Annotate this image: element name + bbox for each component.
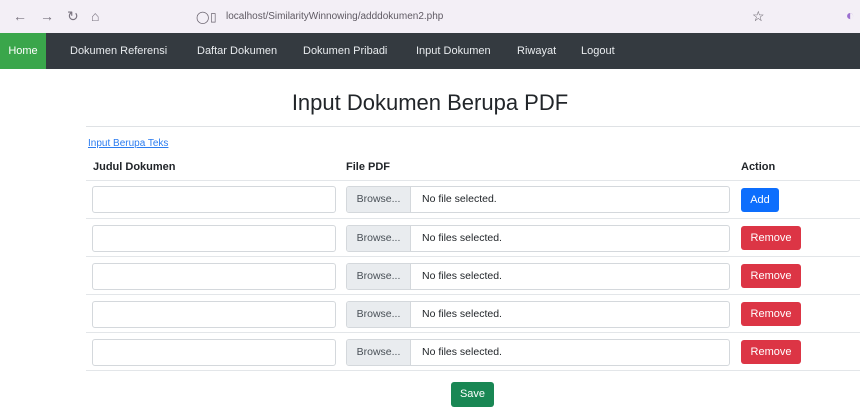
row-divider (86, 332, 860, 333)
judul-dokumen-input[interactable] (92, 225, 336, 252)
nav-daftar-dokumen[interactable]: Daftar Dokumen (197, 33, 277, 69)
browse-button[interactable]: Browse... (347, 302, 411, 327)
bookmark-star-icon[interactable]: ☆ (752, 8, 765, 25)
reload-icon[interactable]: ↻ (67, 9, 79, 23)
judul-dokumen-input[interactable] (92, 186, 336, 213)
nav-input-dokumen[interactable]: Input Dokumen (416, 33, 491, 69)
home-icon[interactable]: ⌂ (91, 9, 99, 23)
remove-row-button[interactable]: Remove (741, 340, 801, 364)
browse-button[interactable]: Browse... (347, 264, 411, 289)
judul-dokumen-input[interactable] (92, 301, 336, 328)
browse-button[interactable]: Browse... (347, 226, 411, 251)
file-pdf-input[interactable]: Browse... No file selected. (346, 186, 730, 213)
browser-toolbar: ← → ↻ ⌂ ◯ ▯ localhost/SimilarityWinnowin… (0, 0, 860, 33)
file-pdf-input[interactable]: Browse... No files selected. (346, 339, 730, 366)
browse-button[interactable]: Browse... (347, 187, 411, 212)
nav-home[interactable]: Home (0, 33, 46, 69)
row-divider (86, 294, 860, 295)
url-text[interactable]: localhost/SimilarityWinnowing/adddokumen… (226, 11, 443, 22)
nav-dokumen-referensi[interactable]: Dokumen Referensi (70, 33, 167, 69)
row-divider (86, 256, 860, 257)
file-status: No files selected. (422, 346, 502, 358)
header-action: Action (741, 161, 776, 173)
input-berupa-teks-link[interactable]: Input Berupa Teks (88, 138, 168, 149)
remove-row-button[interactable]: Remove (741, 264, 801, 288)
forward-arrow-icon[interactable]: → (40, 9, 54, 23)
page-icon: ▯ (210, 10, 217, 24)
title-divider (86, 126, 860, 127)
extension-icon[interactable]: ◐ (846, 7, 854, 23)
file-status: No file selected. (422, 193, 497, 205)
back-arrow-icon[interactable]: ← (13, 9, 27, 23)
shield-icon: ◯ (196, 10, 210, 24)
file-pdf-input[interactable]: Browse... No files selected. (346, 301, 730, 328)
row-divider (86, 370, 860, 371)
file-status: No files selected. (422, 270, 502, 282)
row-divider (86, 180, 860, 181)
remove-row-button[interactable]: Remove (741, 226, 801, 250)
file-status: No files selected. (422, 232, 502, 244)
nav-riwayat[interactable]: Riwayat (517, 33, 556, 69)
file-status: No files selected. (422, 308, 502, 320)
row-divider (86, 218, 860, 219)
header-file-pdf: File PDF (346, 161, 391, 173)
remove-row-button[interactable]: Remove (741, 302, 801, 326)
file-pdf-input[interactable]: Browse... No files selected. (346, 263, 730, 290)
add-row-button[interactable]: Add (741, 188, 779, 212)
page-title: Input Dokumen Berupa PDF (291, 90, 569, 115)
file-pdf-input[interactable]: Browse... No files selected. (346, 225, 730, 252)
judul-dokumen-input[interactable] (92, 263, 336, 290)
header-judul-dokumen: Judul Dokumen (93, 161, 176, 173)
judul-dokumen-input[interactable] (92, 339, 336, 366)
main-navbar: Home Dokumen Referensi Daftar Dokumen Do… (0, 33, 860, 69)
browse-button[interactable]: Browse... (347, 340, 411, 365)
url-bar[interactable]: ◯ ▯ localhost/SimilarityWinnowing/adddok… (176, 7, 736, 27)
nav-dokumen-pribadi[interactable]: Dokumen Pribadi (303, 33, 387, 69)
nav-logout[interactable]: Logout (581, 33, 615, 69)
save-button[interactable]: Save (451, 382, 494, 407)
